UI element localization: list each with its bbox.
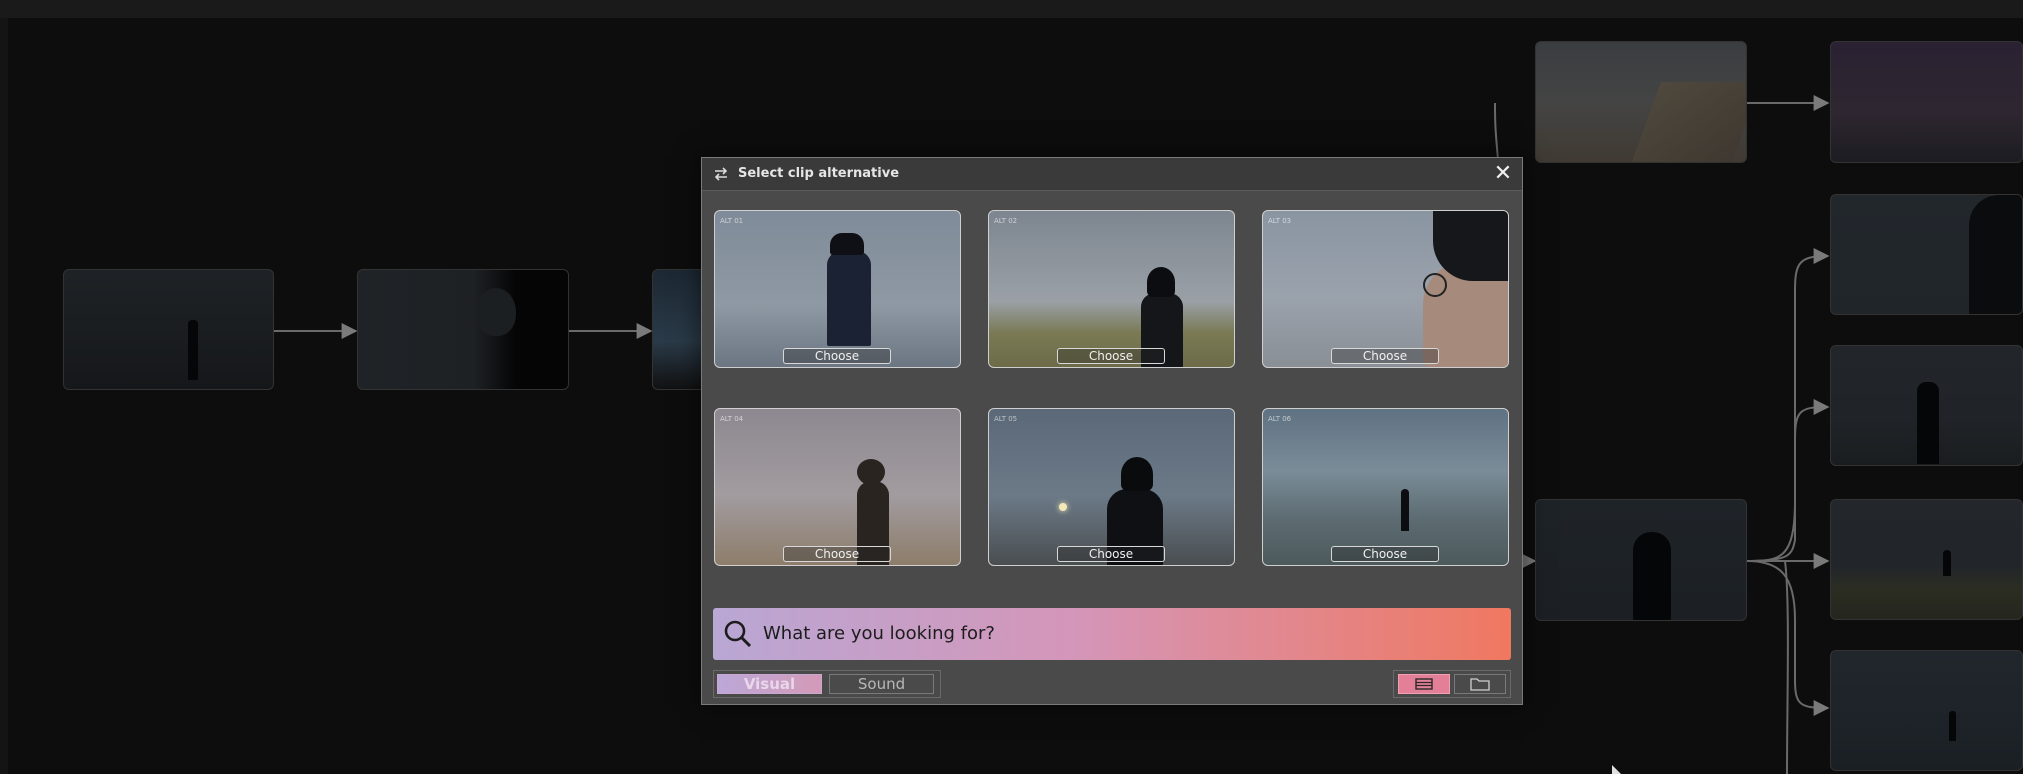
man-silhouette bbox=[1401, 489, 1409, 531]
edge bbox=[1746, 248, 1830, 562]
folder-icon bbox=[1470, 678, 1490, 691]
choose-button[interactable]: Choose bbox=[783, 546, 891, 562]
edge bbox=[1494, 102, 1499, 161]
hat bbox=[1147, 267, 1175, 297]
clip-node[interactable] bbox=[1535, 499, 1747, 621]
list-view-icon bbox=[1415, 678, 1433, 690]
choose-button[interactable]: Choose bbox=[1057, 348, 1165, 364]
hat bbox=[830, 233, 864, 255]
clip-option[interactable]: ALT 03 Choose bbox=[1262, 210, 1509, 368]
clip-option[interactable]: ALT 06 Choose bbox=[1262, 408, 1509, 566]
modal-header: Select clip alternative ✕ bbox=[702, 158, 1522, 191]
clip-node[interactable] bbox=[1535, 41, 1747, 163]
mouse-cursor bbox=[1612, 765, 1621, 774]
figure-silhouette bbox=[1969, 195, 2022, 314]
search-icon bbox=[724, 620, 752, 648]
beach-strip bbox=[1631, 82, 1746, 162]
search-bar[interactable]: What are you looking for? bbox=[713, 608, 1511, 660]
clip-tag: ALT 05 bbox=[994, 415, 1018, 423]
clip-tag: ALT 01 bbox=[720, 217, 744, 225]
hat bbox=[1121, 457, 1153, 491]
clip-node[interactable] bbox=[357, 269, 569, 390]
clip-option[interactable]: ALT 05 Choose bbox=[988, 408, 1235, 566]
figure-silhouette bbox=[188, 320, 198, 380]
lighthouse-light bbox=[1059, 503, 1067, 511]
man-silhouette bbox=[827, 251, 871, 346]
clip-node[interactable] bbox=[1830, 345, 2023, 466]
clip-node[interactable] bbox=[1830, 194, 2023, 315]
media-type-tabs: Visual Sound bbox=[713, 670, 941, 698]
figure-silhouette bbox=[476, 288, 516, 336]
folder-view-button[interactable] bbox=[1454, 674, 1506, 694]
clip-option[interactable]: ALT 04 Choose bbox=[714, 408, 961, 566]
figure-silhouette bbox=[1633, 532, 1671, 620]
tab-sound[interactable]: Sound bbox=[829, 674, 934, 694]
figure-silhouette bbox=[1917, 382, 1939, 464]
clip-option[interactable]: ALT 01 Choose bbox=[714, 210, 961, 368]
clip-node[interactable] bbox=[1830, 41, 2023, 163]
figure-silhouette bbox=[1943, 550, 1951, 576]
clip-tag: ALT 06 bbox=[1268, 415, 1292, 423]
clip-tag: ALT 02 bbox=[994, 217, 1018, 225]
clip-option[interactable]: ALT 02 Choose bbox=[988, 210, 1235, 368]
close-button[interactable]: ✕ bbox=[1492, 163, 1514, 185]
glasses bbox=[1423, 273, 1447, 297]
list-view-button[interactable] bbox=[1398, 674, 1450, 694]
clip-node[interactable] bbox=[1830, 499, 2023, 620]
clip-node[interactable] bbox=[63, 269, 274, 390]
figure-silhouette bbox=[1949, 711, 1956, 741]
modal-title: Select clip alternative bbox=[738, 166, 900, 181]
choose-button[interactable]: Choose bbox=[1331, 546, 1439, 562]
clip-tag: ALT 03 bbox=[1268, 217, 1292, 225]
choose-button[interactable]: Choose bbox=[1331, 348, 1439, 364]
search-input[interactable]: What are you looking for? bbox=[763, 623, 995, 644]
edge bbox=[1746, 399, 1830, 562]
clip-tag: ALT 04 bbox=[720, 415, 744, 423]
select-clip-modal: Select clip alternative ✕ ALT 01 Choose … bbox=[701, 157, 1523, 705]
edge bbox=[1784, 560, 1789, 774]
bottom-bar: Visual Sound bbox=[713, 670, 1511, 698]
swap-icon bbox=[714, 167, 728, 181]
view-toggle bbox=[1393, 670, 1511, 698]
close-icon: ✕ bbox=[1493, 161, 1513, 186]
choose-button[interactable]: Choose bbox=[1057, 546, 1165, 562]
choose-button[interactable]: Choose bbox=[783, 348, 891, 364]
hat bbox=[857, 459, 885, 485]
tab-visual[interactable]: Visual bbox=[717, 674, 822, 694]
clip-node[interactable] bbox=[1830, 650, 2023, 771]
clip-grid: ALT 01 Choose ALT 02 Choose ALT 03 Choos… bbox=[714, 210, 1510, 582]
